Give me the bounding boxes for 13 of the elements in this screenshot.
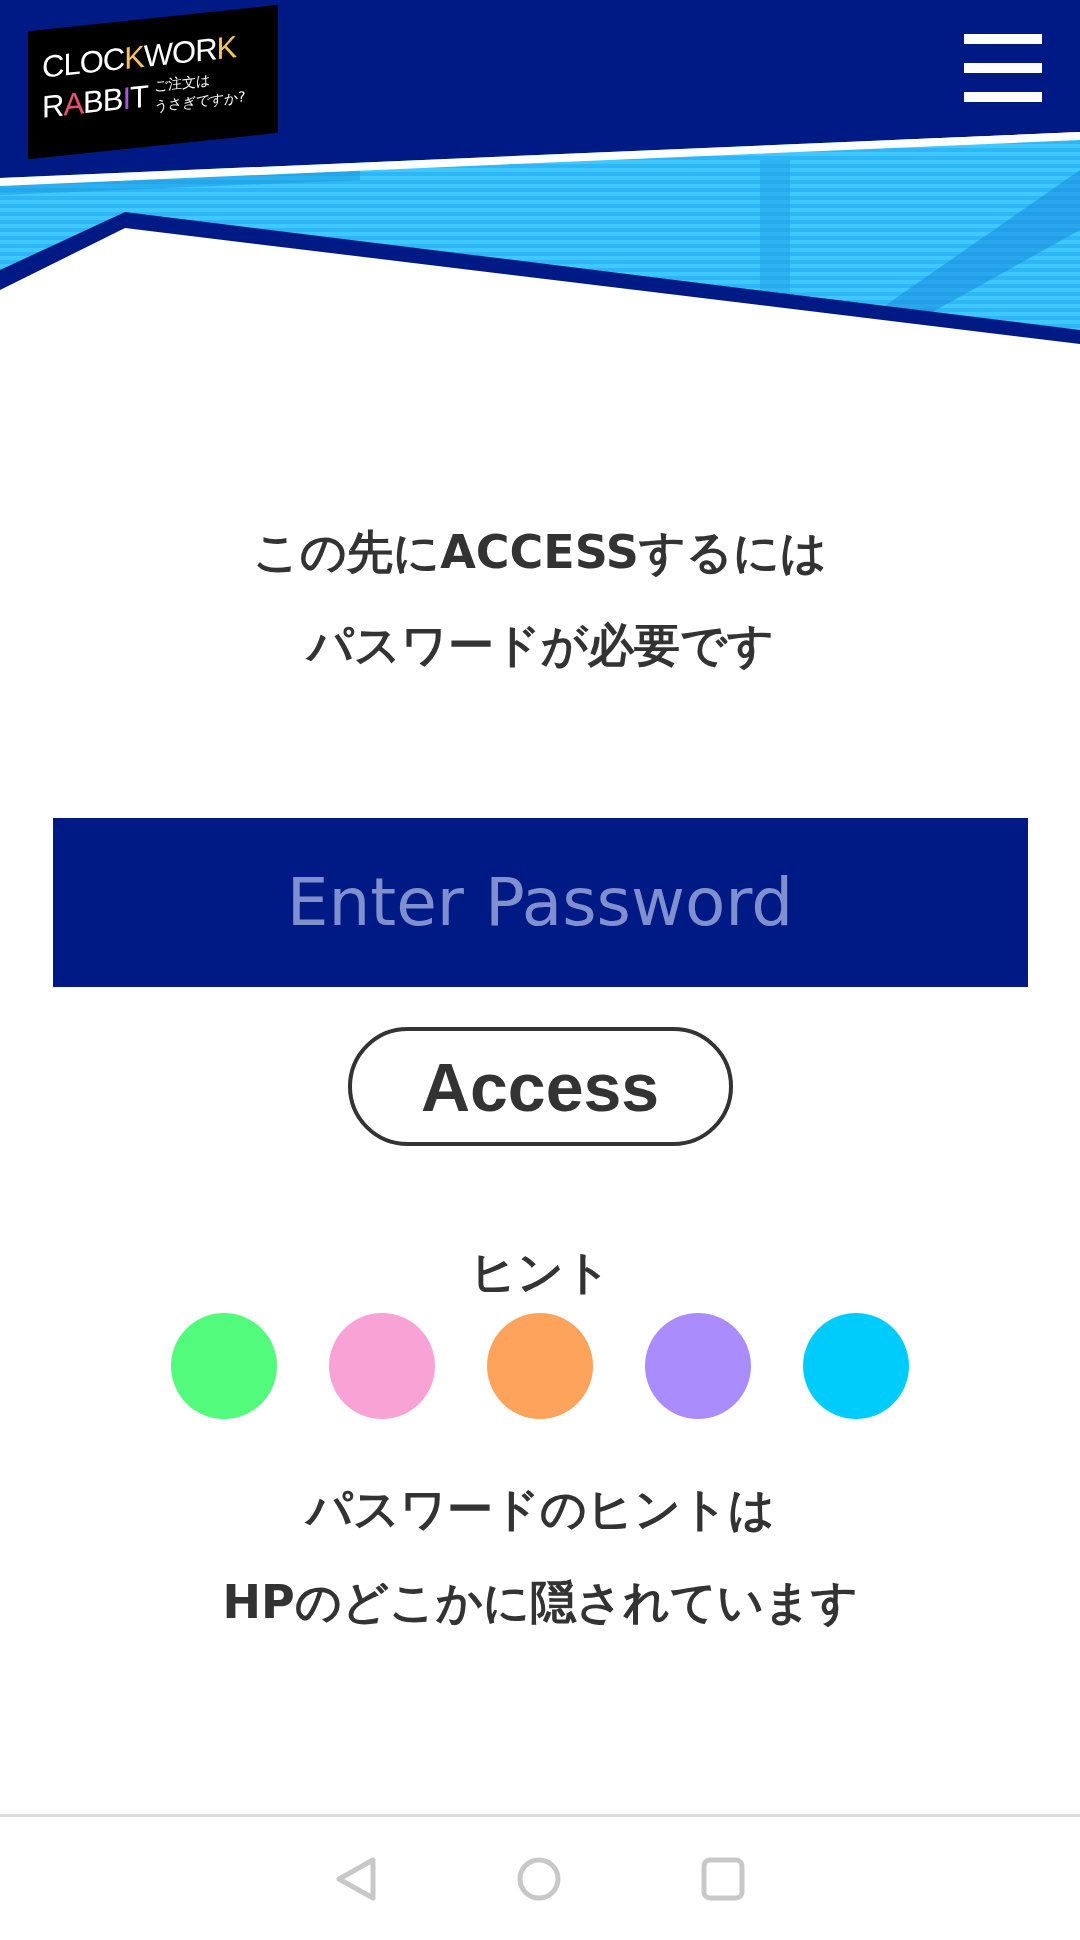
logo-title-line: R A BB I T [42, 77, 148, 127]
hint-label: ヒント [469, 1244, 611, 1301]
menu-button[interactable] [964, 34, 1042, 102]
password-field[interactable]: Enter Password [52, 818, 1028, 987]
message-text: この先にACCESSするには [253, 524, 827, 581]
hint-text: パスワードのヒントは [305, 1481, 775, 1538]
home-icon[interactable] [517, 1856, 561, 1901]
back-icon[interactable] [335, 1855, 377, 1902]
logo-subtitle: ご注文は うさぎですか? [154, 71, 246, 116]
access-button[interactable]: Access [347, 1027, 733, 1146]
hint-text: HPのどこかに隠されています [222, 1574, 858, 1631]
recents-icon[interactable] [701, 1856, 745, 1901]
message-text: パスワードが必要です [306, 617, 774, 674]
